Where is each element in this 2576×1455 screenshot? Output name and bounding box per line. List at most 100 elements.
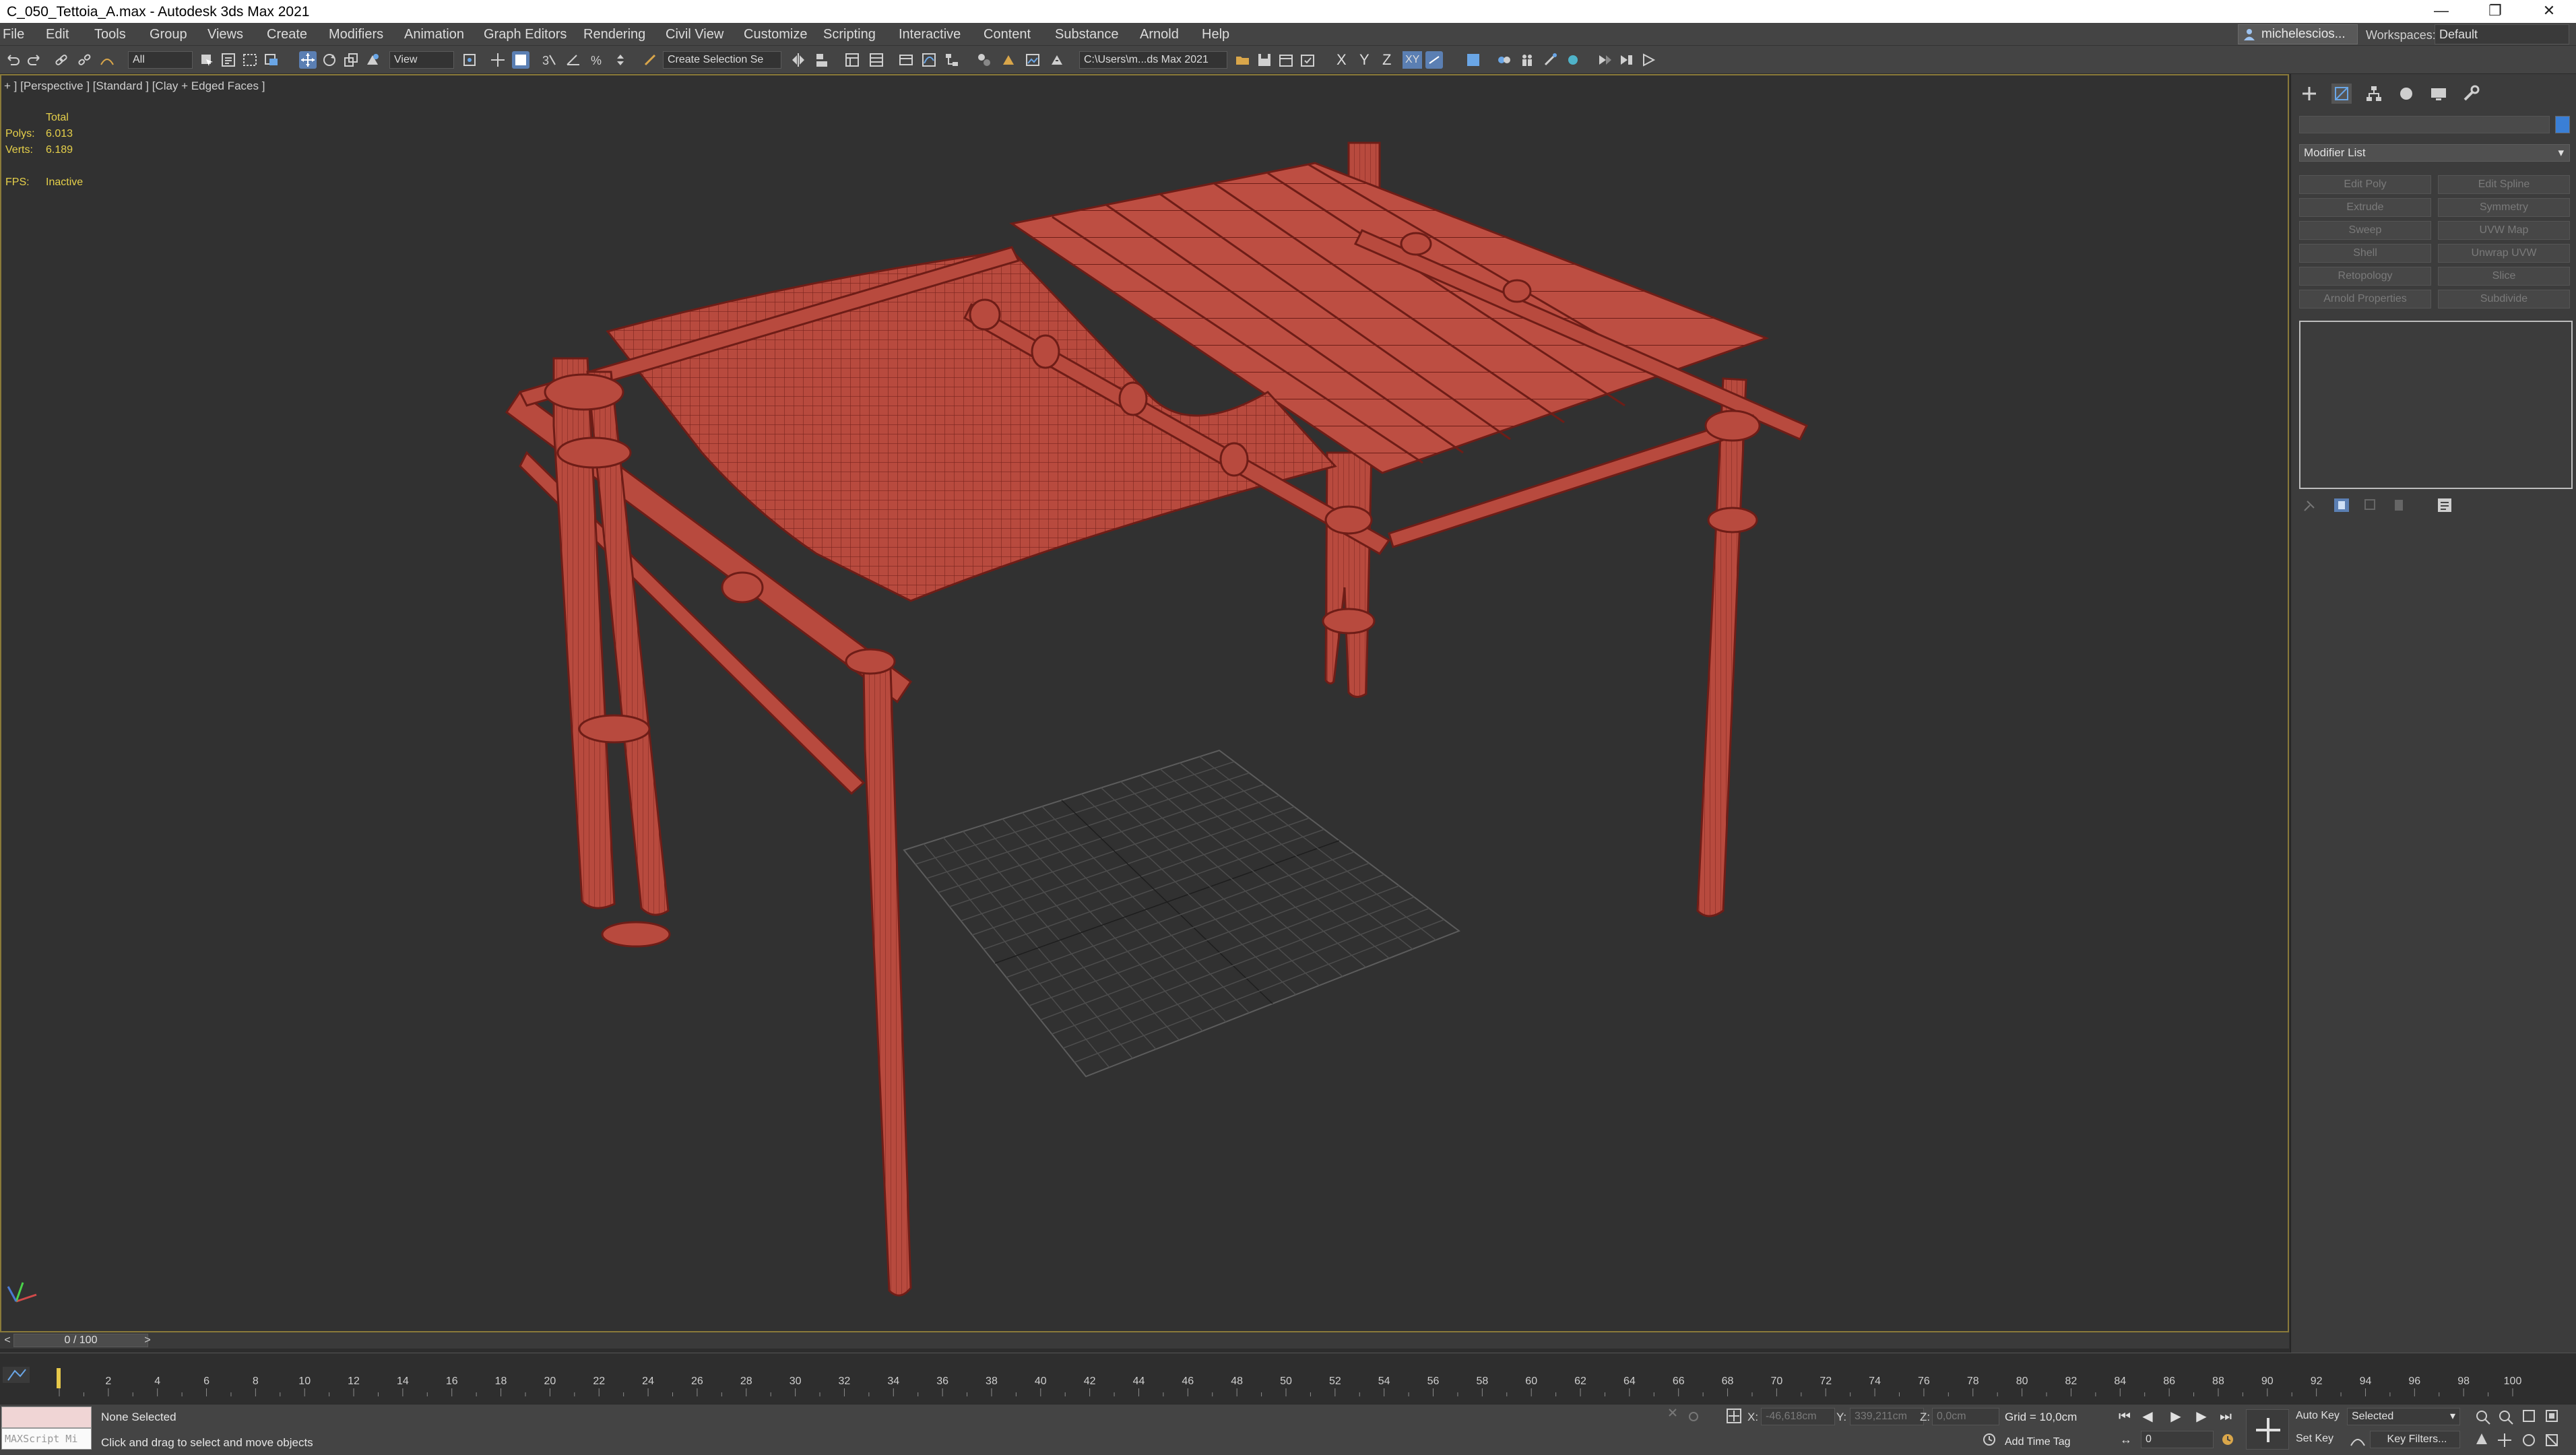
- time-config-icon[interactable]: ↔: [2117, 1431, 2135, 1448]
- key-filters-button[interactable]: Key Filters...: [2370, 1431, 2460, 1448]
- field-of-view-icon[interactable]: [2476, 1433, 2487, 1444]
- menu-file[interactable]: File: [3, 27, 24, 42]
- unlink-icon[interactable]: [75, 51, 93, 69]
- next-frame-icon[interactable]: ▶: [2192, 1408, 2211, 1425]
- y-coord-field[interactable]: 339,211cm: [1850, 1408, 1924, 1425]
- menu-modifiers[interactable]: Modifiers: [329, 27, 383, 42]
- menu-substance[interactable]: Substance: [1055, 27, 1119, 42]
- shell-button[interactable]: Shell: [2299, 244, 2431, 263]
- current-frame-marker[interactable]: [57, 1368, 61, 1388]
- curve-editor-icon[interactable]: [920, 51, 938, 69]
- time-tag-icon[interactable]: [1982, 1432, 1997, 1447]
- menu-help[interactable]: Help: [1202, 27, 1229, 42]
- maxscript-listener-output[interactable]: [1, 1406, 92, 1428]
- remove-modifier-icon[interactable]: [2395, 500, 2403, 511]
- mirror-icon[interactable]: [790, 51, 807, 69]
- uvw-map-button[interactable]: UVW Map: [2438, 221, 2570, 240]
- populate-icon[interactable]: [1518, 51, 1536, 69]
- extrude-button[interactable]: Extrude: [2299, 198, 2431, 217]
- maximize-viewport-icon[interactable]: [2546, 1434, 2558, 1446]
- unwrap-uvw-button[interactable]: Unwrap UVW: [2438, 244, 2570, 263]
- default-in-out-tangents-icon[interactable]: [2350, 1432, 2366, 1448]
- show-end-result-icon[interactable]: [2334, 498, 2349, 512]
- select-object-icon[interactable]: [198, 51, 216, 69]
- paint-tool-icon[interactable]: [1541, 51, 1559, 69]
- menu-customize[interactable]: Customize: [744, 27, 807, 42]
- time-slider-prev[interactable]: <: [1, 1334, 13, 1347]
- create-shape-icon[interactable]: [1495, 51, 1513, 69]
- configure-modifier-sets-icon[interactable]: [2438, 498, 2451, 512]
- time-slider-next[interactable]: >: [141, 1334, 154, 1347]
- menu-civil-view[interactable]: Civil View: [666, 27, 723, 42]
- zoom-icon[interactable]: [2476, 1411, 2490, 1425]
- arnold-play-icon[interactable]: [1640, 51, 1657, 69]
- orbit-icon[interactable]: [2523, 1434, 2535, 1446]
- edit-named-selection-icon[interactable]: [641, 51, 659, 69]
- percent-snap-icon[interactable]: %: [589, 51, 606, 69]
- menu-scripting[interactable]: Scripting: [823, 27, 876, 42]
- reference-coordinate-dropdown[interactable]: View: [389, 51, 454, 69]
- archive-icon[interactable]: [1277, 51, 1295, 69]
- toggle-layer-explorer-icon[interactable]: [868, 51, 885, 69]
- constrain-z-button[interactable]: Z: [1382, 51, 1391, 69]
- time-slider-thumb[interactable]: 0 / 100: [13, 1334, 148, 1347]
- menu-rendering[interactable]: Rendering: [583, 27, 645, 42]
- menu-edit[interactable]: Edit: [46, 27, 69, 42]
- bind-space-warp-icon[interactable]: [98, 51, 116, 69]
- track-bar[interactable]: 2 4 6 8 10 12 14 16 18 20 22 24 26 28 30 32 34 36 38 40 42 44…: [0, 1353, 2576, 1404]
- menu-tools[interactable]: Tools: [94, 27, 126, 42]
- toggle-ribbon-icon[interactable]: [897, 51, 915, 69]
- modifier-list-dropdown[interactable]: Modifier List ▾: [2299, 144, 2570, 162]
- render-setup-icon[interactable]: [1000, 51, 1017, 69]
- selection-filter-dropdown[interactable]: All: [128, 51, 193, 69]
- subdivide-button[interactable]: Subdivide: [2438, 290, 2570, 309]
- restore-button[interactable]: ❐: [2468, 0, 2522, 23]
- align-icon[interactable]: [814, 51, 831, 69]
- redo-icon[interactable]: [26, 51, 43, 69]
- window-crossing-icon[interactable]: [263, 51, 280, 69]
- keyboard-shortcut-override-icon[interactable]: [512, 51, 529, 69]
- open-file-icon[interactable]: [1234, 51, 1252, 69]
- material-editor-icon[interactable]: [975, 51, 993, 69]
- create-tab-icon[interactable]: [2299, 84, 2319, 104]
- toggle-scene-explorer-icon[interactable]: [843, 51, 861, 69]
- menu-animation[interactable]: Animation: [404, 27, 464, 42]
- object-name-field[interactable]: [2299, 116, 2550, 133]
- absolute-mode-icon[interactable]: [1725, 1406, 1743, 1425]
- constrain-x-button[interactable]: X: [1337, 51, 1347, 69]
- sweep-button[interactable]: Sweep: [2299, 221, 2431, 240]
- modifier-stack[interactable]: [2299, 321, 2573, 489]
- isolate-selection-icon[interactable]: [1667, 1406, 1720, 1427]
- angle-snap-icon[interactable]: [565, 51, 582, 69]
- retopology-button[interactable]: Retopology: [2299, 267, 2431, 286]
- perspective-viewport[interactable]: + ] [Perspective ] [Standard ] [Clay + E…: [0, 74, 2289, 1332]
- arnold-render-icon[interactable]: [1597, 51, 1614, 69]
- use-pivot-center-icon[interactable]: [461, 51, 478, 69]
- rect-selection-region-icon[interactable]: [241, 51, 259, 69]
- snaps-toggle-icon[interactable]: 3: [540, 51, 558, 69]
- auto-key-button[interactable]: Auto Key: [2292, 1408, 2340, 1425]
- object-color-swatch[interactable]: [2555, 116, 2570, 133]
- toggle-graphite-icon[interactable]: [1464, 51, 1482, 69]
- zoom-all-icon[interactable]: [2499, 1411, 2513, 1425]
- schematic-view-icon[interactable]: [943, 51, 961, 69]
- arnold-ipr-icon[interactable]: [1618, 51, 1636, 69]
- slice-button[interactable]: Slice: [2438, 267, 2570, 286]
- edit-poly-button[interactable]: Edit Poly: [2299, 175, 2431, 194]
- maxscript-mini-listener-input[interactable]: MAXScript Mi: [1, 1428, 92, 1450]
- render-production-icon[interactable]: [1048, 51, 1066, 69]
- named-selection-sets-dropdown[interactable]: Create Selection Se: [663, 51, 781, 69]
- time-configuration-icon[interactable]: [2220, 1432, 2235, 1447]
- workspace-dropdown[interactable]: Default: [2435, 24, 2569, 44]
- pan-view-icon[interactable]: [2498, 1433, 2511, 1447]
- z-coord-field[interactable]: 0,0cm: [1932, 1408, 1999, 1425]
- go-to-start-icon[interactable]: ⏮: [2115, 1408, 2134, 1425]
- menu-interactive[interactable]: Interactive: [899, 27, 961, 42]
- go-to-end-icon[interactable]: ⏭: [2216, 1408, 2235, 1425]
- hierarchy-tab-icon[interactable]: [2364, 84, 2384, 104]
- cycle-xy-planes-icon[interactable]: [1425, 51, 1443, 69]
- rendered-frame-window-icon[interactable]: [1024, 51, 1041, 69]
- constrain-xy-button[interactable]: XY: [1403, 51, 1423, 69]
- x-coord-field[interactable]: -46,618cm: [1761, 1408, 1835, 1425]
- time-slider-track[interactable]: [0, 1332, 2289, 1349]
